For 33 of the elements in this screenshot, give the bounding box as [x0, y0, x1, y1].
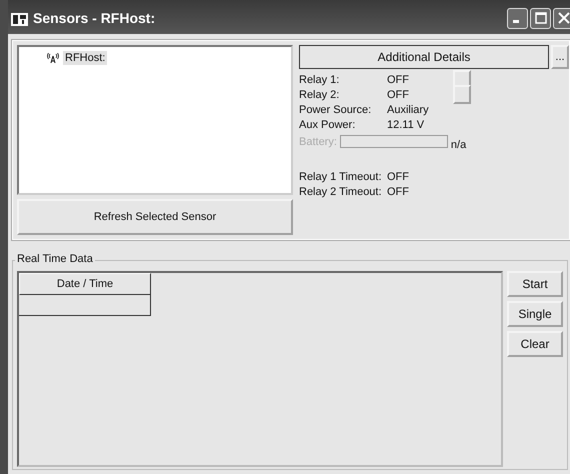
timeout-value: OFF — [387, 186, 409, 198]
more-button[interactable]: ... — [551, 45, 569, 69]
timeout-label: Relay 2 Timeout: — [299, 186, 383, 198]
additional-details-button[interactable]: Additional Details — [299, 45, 549, 69]
timeout-value: OFF — [387, 170, 409, 182]
close-icon — [558, 12, 570, 24]
relay-toggle-button[interactable] — [453, 85, 471, 104]
tree-item[interactable]: RFHost: — [63, 51, 108, 65]
timeout-label: Relay 1 Timeout: — [299, 170, 383, 182]
battery-label: Battery: — [299, 136, 337, 148]
detail-label: Aux Power: — [299, 118, 356, 130]
detail-value: Auxiliary — [387, 104, 430, 116]
close-button[interactable] — [553, 8, 570, 28]
detail-label: Power Source: — [299, 104, 372, 116]
detail-label: Relay 2: — [299, 88, 340, 100]
detail-value: 12.11 V — [387, 118, 426, 130]
battery-reading: n/a — [450, 138, 466, 150]
refresh-button[interactable]: Refresh Selected Sensor — [17, 199, 293, 235]
column-header[interactable]: Date / Time — [19, 273, 151, 295]
maximize-icon — [534, 12, 546, 24]
group-title: Real Time Data — [15, 253, 95, 265]
detail-label: Relay 1: — [299, 74, 340, 86]
detail-value: OFF — [387, 74, 410, 86]
detail-value: OFF — [387, 88, 410, 100]
action-button[interactable]: Single — [507, 301, 563, 327]
maximize-button[interactable] — [530, 8, 551, 28]
minimize-button[interactable] — [507, 8, 528, 28]
app-icon — [11, 10, 28, 26]
minimize-icon — [512, 20, 518, 22]
antenna-icon — [47, 53, 59, 63]
window-title: Sensors - RFHost: — [33, 10, 156, 26]
action-button[interactable]: Start — [507, 271, 563, 297]
action-button[interactable]: Clear — [507, 331, 563, 357]
